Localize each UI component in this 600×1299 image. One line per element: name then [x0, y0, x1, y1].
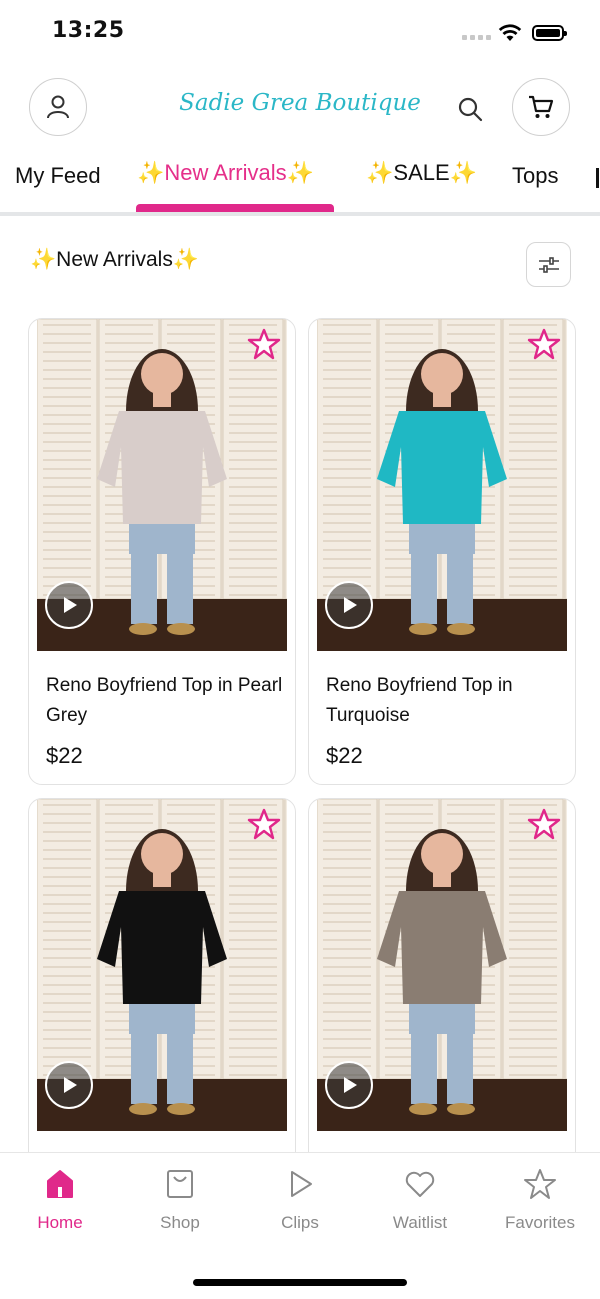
- battery-icon: [532, 25, 567, 41]
- bottom-navigation: Home Shop Clips Waitlist Favorites: [0, 1152, 600, 1299]
- shop-bag-icon: [167, 1170, 193, 1198]
- nav-waitlist[interactable]: Waitlist: [370, 1167, 470, 1233]
- user-icon: [47, 95, 69, 119]
- cart-icon: [529, 95, 554, 118]
- cart-button[interactable]: [512, 78, 570, 136]
- nav-shop[interactable]: Shop: [130, 1167, 230, 1233]
- play-video-button[interactable]: [325, 581, 373, 629]
- status-bar: 13:25: [0, 0, 600, 64]
- product-image[interactable]: [317, 799, 567, 1131]
- nav-favorites[interactable]: Favorites: [490, 1167, 590, 1233]
- search-icon: [458, 97, 483, 122]
- nav-clips[interactable]: Clips: [250, 1167, 350, 1233]
- tab-my-feed[interactable]: My Feed: [15, 163, 101, 189]
- tab-sale[interactable]: ✨SALE✨: [366, 160, 477, 186]
- favorite-star-icon[interactable]: [247, 807, 281, 841]
- wifi-icon: [498, 24, 522, 41]
- nav-home[interactable]: Home: [10, 1167, 110, 1233]
- product-image[interactable]: [317, 319, 567, 651]
- account-button[interactable]: [29, 78, 87, 136]
- filter-button[interactable]: [526, 242, 571, 287]
- play-icon: [344, 597, 357, 613]
- nav-shop-label: Shop: [160, 1213, 200, 1232]
- product-price: $22: [326, 743, 363, 768]
- play-icon: [64, 1077, 77, 1093]
- heart-icon: [405, 1171, 435, 1197]
- nav-favorites-label: Favorites: [505, 1213, 575, 1232]
- cellular-signal-icon: [462, 35, 491, 40]
- product-card[interactable]: [28, 798, 296, 1178]
- home-indicator: [193, 1279, 407, 1286]
- nav-waitlist-label: Waitlist: [392, 1213, 448, 1232]
- product-name[interactable]: Reno Boyfriend Top in Turquoise: [326, 671, 566, 731]
- nav-home-label: Home: [37, 1213, 83, 1232]
- favorite-star-icon[interactable]: [247, 327, 281, 361]
- nav-clips-label: Clips: [281, 1213, 319, 1232]
- product-card[interactable]: Reno Boyfriend Top in Turquoise $22: [308, 318, 576, 785]
- search-button[interactable]: [455, 94, 485, 124]
- favorite-star-icon[interactable]: [527, 327, 561, 361]
- play-icon: [344, 1077, 357, 1093]
- tab-new-arrivals[interactable]: ✨New Arrivals✨: [137, 160, 314, 186]
- sliders-icon: [538, 256, 559, 273]
- play-video-button[interactable]: [325, 1061, 373, 1109]
- product-price: $22: [46, 743, 83, 768]
- product-card[interactable]: [308, 798, 576, 1178]
- play-video-button[interactable]: [45, 581, 93, 629]
- section-title: ✨New Arrivals✨: [30, 248, 199, 271]
- product-image[interactable]: [37, 319, 287, 651]
- tabs-divider: [0, 212, 600, 216]
- product-name[interactable]: Reno Boyfriend Top in Pearl Grey: [46, 671, 286, 731]
- play-icon: [291, 1171, 312, 1197]
- product-image[interactable]: [37, 799, 287, 1131]
- brand-logo[interactable]: Sadie Grea Boutique: [150, 90, 450, 116]
- favorite-star-icon[interactable]: [527, 807, 561, 841]
- status-time: 13:25: [52, 18, 125, 43]
- category-tabs: My Feed ✨New Arrivals✨ ✨SALE✨ Tops: [0, 150, 600, 212]
- home-icon: [47, 1170, 73, 1198]
- product-card[interactable]: Reno Boyfriend Top in Pearl Grey $22: [28, 318, 296, 785]
- play-video-button[interactable]: [45, 1061, 93, 1109]
- tab-overflow-edge: [596, 168, 599, 188]
- active-tab-indicator: [136, 204, 334, 212]
- tab-tops[interactable]: Tops: [512, 163, 558, 189]
- app-header: Sadie Grea Boutique: [0, 78, 600, 138]
- star-icon: [524, 1169, 556, 1199]
- play-icon: [64, 597, 77, 613]
